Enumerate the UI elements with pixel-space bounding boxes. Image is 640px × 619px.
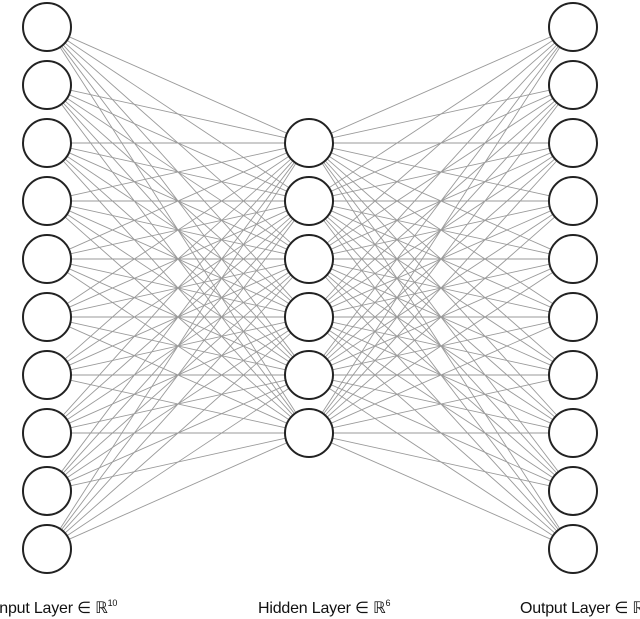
output-neuron-2 (548, 60, 598, 110)
input-neuron-9 (22, 466, 72, 516)
neurons (22, 2, 598, 574)
output-neuron-3 (548, 118, 598, 168)
neural-network-diagram (22, 2, 598, 574)
hidden-neuron-3 (284, 234, 334, 284)
input-neuron-3 (22, 118, 72, 168)
input-neuron-5 (22, 234, 72, 284)
input-layer-label: Input Layer ∈ ℝ10 (0, 598, 118, 617)
connection-hidden-2-output-1 (328, 39, 554, 189)
input-neuron-2 (22, 60, 72, 110)
connection-input-10-hidden-6 (68, 442, 288, 540)
connection-input-10-hidden-3 (62, 276, 294, 532)
output-neuron-4 (548, 176, 598, 226)
output-neuron-1 (548, 2, 598, 52)
hidden-neuron-6 (284, 408, 334, 458)
connection-input-10-hidden-1 (59, 162, 297, 530)
input-neuron-8 (22, 408, 72, 458)
hidden-neuron-5 (284, 350, 334, 400)
connection-hidden-4-output-1 (324, 44, 558, 300)
hidden-neuron-4 (284, 292, 334, 342)
connections (59, 36, 561, 540)
output-neuron-8 (548, 408, 598, 458)
output-layer-label: Output Layer ∈ ℝ10 (520, 600, 640, 617)
output-neuron-9 (548, 466, 598, 516)
connection-hidden-1-output-1 (330, 36, 552, 134)
hidden-neuron-1 (284, 118, 334, 168)
hidden-neuron-2 (284, 176, 334, 226)
connection-hidden-6-output-9 (332, 437, 550, 487)
connection-hidden-6-output-1 (321, 46, 561, 414)
input-neuron-10 (22, 524, 72, 574)
output-neuron-5 (548, 234, 598, 284)
input-neuron-6 (22, 292, 72, 342)
connection-hidden-6-output-10 (330, 442, 552, 540)
input-neuron-4 (22, 176, 72, 226)
output-neuron-6 (548, 292, 598, 342)
hidden-layer-label: Hidden Layer ∈ ℝ6 (258, 598, 391, 617)
output-neuron-10 (548, 524, 598, 574)
connection-input-10-hidden-5 (66, 387, 290, 537)
input-neuron-7 (22, 350, 72, 400)
output-neuron-7 (548, 350, 598, 400)
input-neuron-1 (22, 2, 72, 52)
connection-input-1-hidden-1 (68, 36, 288, 134)
